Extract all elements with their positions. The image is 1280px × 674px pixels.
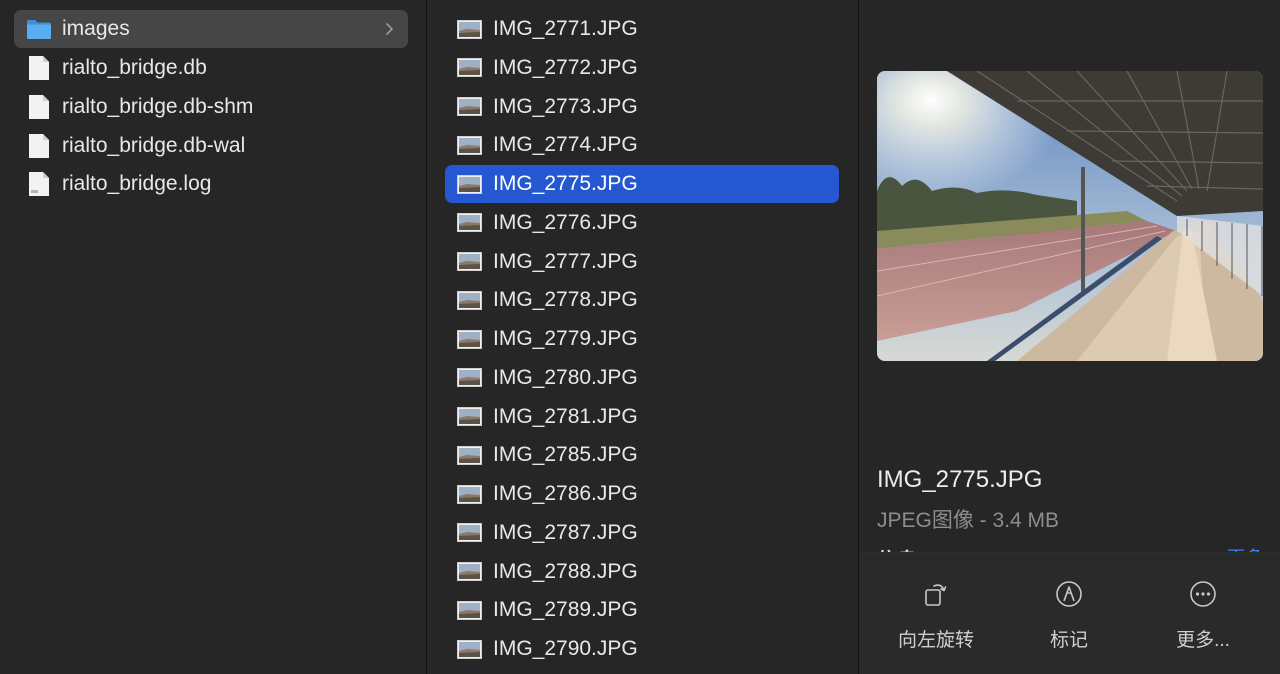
info-section-peek: 信息 更多 bbox=[877, 542, 1263, 552]
preview-file-kind: JPEG图像 - 3.4 MB bbox=[877, 509, 1060, 532]
image-file-row[interactable]: IMG_2790.JPG bbox=[445, 630, 839, 668]
image-file-label: IMG_2772.JPG bbox=[493, 55, 638, 79]
image-file-row[interactable]: IMG_2789.JPG bbox=[445, 591, 839, 629]
image-file-row[interactable]: IMG_2776.JPG bbox=[445, 204, 839, 242]
image-thumbnail-icon bbox=[457, 600, 482, 620]
image-file-label: IMG_2777.JPG bbox=[493, 249, 638, 273]
image-file-row[interactable]: IMG_2779.JPG bbox=[445, 320, 839, 358]
image-file-label: IMG_2785.JPG bbox=[493, 443, 638, 467]
image-file-row[interactable]: IMG_2771.JPG bbox=[445, 10, 839, 48]
image-file-row[interactable]: IMG_2774.JPG bbox=[445, 126, 839, 164]
folder-icon bbox=[27, 20, 51, 39]
image-thumbnail-icon bbox=[457, 252, 482, 271]
file-item-label: rialto_bridge.db-shm bbox=[62, 95, 254, 118]
file-item-rialto-bridge-db[interactable]: rialto_bridge.db bbox=[14, 49, 408, 87]
image-file-label: IMG_2779.JPG bbox=[493, 327, 638, 350]
file-item-rialto-bridge-db-shm[interactable]: rialto_bridge.db-shm bbox=[14, 88, 408, 126]
file-item-rialto-bridge-db-wal[interactable]: rialto_bridge.db-wal bbox=[14, 127, 408, 165]
image-file-label: IMG_2787.JPG bbox=[493, 520, 638, 544]
image-file-row[interactable]: IMG_2775.JPG bbox=[445, 165, 839, 203]
image-thumbnail-icon bbox=[457, 407, 482, 426]
more-button[interactable]: 更多... bbox=[1143, 579, 1263, 652]
rotate-left-label: 向左旋转 bbox=[897, 630, 974, 651]
files-column: IMG_2771.JPG IMG_2772.JPG IMG_2773.JPG IMG_… bbox=[427, 0, 858, 674]
file-item-label: rialto_bridge.db bbox=[62, 56, 207, 79]
info-more-link[interactable]: 更多 bbox=[1227, 544, 1263, 552]
image-file-row[interactable]: IMG_2778.JPG bbox=[445, 281, 839, 319]
image-thumbnail-icon bbox=[457, 135, 482, 155]
image-file-label: IMG_2789.JPG bbox=[493, 598, 638, 622]
preview-action-bar: 向左旋转 标记 更多... bbox=[859, 552, 1280, 674]
log-document-icon bbox=[29, 172, 49, 196]
preview-column: IMG_2775.JPG JPEG图像 - 3.4 MB 信息 更多 向左旋转 bbox=[859, 0, 1280, 674]
image-file-row[interactable]: IMG_2773.JPG bbox=[445, 88, 839, 126]
image-thumbnail-icon bbox=[457, 19, 482, 39]
finder-window: images rialto_bridge.db rialto_bridge.db… bbox=[0, 0, 1280, 674]
image-file-label: IMG_2780.JPG bbox=[493, 365, 638, 389]
document-icon bbox=[29, 134, 49, 158]
image-preview[interactable] bbox=[877, 71, 1263, 361]
image-file-label: IMG_2786.JPG bbox=[493, 482, 638, 505]
image-thumbnail-icon bbox=[457, 290, 482, 310]
image-file-label: IMG_2775.JPG bbox=[493, 172, 638, 195]
preview-file-name: IMG_2775.JPG bbox=[877, 466, 1043, 493]
file-item-label: rialto_bridge.log bbox=[62, 172, 212, 195]
image-file-row[interactable]: IMG_2777.JPG bbox=[445, 243, 839, 281]
image-file-label: IMG_2773.JPG bbox=[493, 94, 638, 118]
more-icon bbox=[1190, 581, 1216, 607]
image-thumbnail-icon bbox=[457, 562, 482, 581]
image-thumbnail-icon bbox=[457, 329, 482, 349]
folder-item-label: images bbox=[62, 17, 130, 40]
image-file-label: IMG_2788.JPG bbox=[493, 559, 638, 583]
document-icon bbox=[29, 95, 49, 119]
file-item-label: rialto_bridge.db-wal bbox=[62, 134, 246, 157]
image-thumbnail-icon bbox=[457, 213, 482, 233]
stadium-photo-preview bbox=[877, 71, 1263, 361]
chevron-right-icon bbox=[386, 23, 393, 35]
info-section-label: 信息 bbox=[877, 544, 917, 552]
image-file-row[interactable]: IMG_2785.JPG bbox=[445, 436, 839, 474]
image-file-label: IMG_2771.JPG bbox=[493, 17, 638, 40]
image-thumbnail-icon bbox=[457, 97, 482, 116]
image-file-row[interactable]: IMG_2788.JPG bbox=[445, 553, 839, 591]
image-thumbnail-icon bbox=[457, 484, 482, 504]
image-file-row[interactable]: IMG_2781.JPG bbox=[445, 398, 839, 436]
image-thumbnail-icon bbox=[457, 368, 482, 388]
document-icon bbox=[29, 56, 49, 80]
image-file-row[interactable]: IMG_2786.JPG bbox=[445, 475, 839, 513]
image-file-row[interactable]: IMG_2787.JPG bbox=[445, 514, 839, 552]
image-file-label: IMG_2778.JPG bbox=[493, 288, 638, 312]
rotate-left-icon bbox=[925, 584, 947, 606]
image-file-row[interactable]: IMG_2772.JPG bbox=[445, 49, 839, 87]
file-item-rialto-bridge-log[interactable]: rialto_bridge.log bbox=[14, 165, 408, 203]
markup-button[interactable]: 标记 bbox=[1009, 579, 1129, 652]
image-file-row[interactable]: IMG_2780.JPG bbox=[445, 359, 839, 397]
image-file-label: IMG_2790.JPG bbox=[493, 637, 638, 660]
image-file-label: IMG_2776.JPG bbox=[493, 210, 638, 234]
rotate-left-button[interactable]: 向左旋转 bbox=[876, 579, 996, 652]
image-thumbnail-icon bbox=[457, 174, 482, 194]
image-thumbnail-icon bbox=[457, 523, 482, 543]
markup-label: 标记 bbox=[1049, 630, 1088, 651]
image-thumbnail-icon bbox=[457, 58, 482, 78]
markup-icon bbox=[1056, 581, 1082, 607]
folder-item-images[interactable]: images bbox=[14, 10, 408, 48]
image-thumbnail-icon bbox=[457, 445, 482, 465]
image-file-label: IMG_2774.JPG bbox=[493, 133, 638, 157]
folder-column: images rialto_bridge.db rialto_bridge.db… bbox=[0, 0, 426, 674]
image-file-label: IMG_2781.JPG bbox=[493, 404, 638, 428]
more-label: 更多... bbox=[1176, 630, 1230, 651]
image-thumbnail-icon bbox=[457, 639, 482, 659]
